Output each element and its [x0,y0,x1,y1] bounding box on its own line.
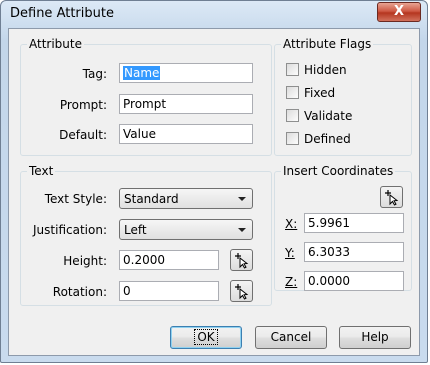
define-attribute-dialog: Define Attribute X Attribute Tag: Name P… [0,0,428,363]
pick-point-icon [385,190,399,206]
close-button[interactable]: X [377,2,421,22]
insert-coordinates-group: Insert Coordinates X: 5.9961 Y: 6.3033 Z… [274,164,412,291]
chevron-down-icon [238,197,246,201]
close-icon: X [393,4,405,19]
ok-button-label: OK [194,329,218,345]
attribute-flags-title: Attribute Flags [281,37,374,51]
justification-select[interactable]: Left [119,219,253,240]
chevron-down-icon [238,228,246,232]
height-label: Height: [63,254,107,268]
validate-label: Validate [304,109,353,123]
cancel-button[interactable]: Cancel [255,326,327,349]
insert-coordinates-title: Insert Coordinates [281,164,396,178]
text-group-title: Text [27,164,56,178]
text-style-select[interactable]: Standard [119,188,253,209]
x-coordinate-input[interactable]: 5.9961 [304,213,404,233]
text-style-value: Standard [124,192,179,206]
prompt-label: Prompt: [59,98,107,112]
text-style-label: Text Style: [44,192,107,206]
z-coordinate-input[interactable]: 0.0000 [304,271,404,291]
prompt-input[interactable]: Prompt [119,94,253,114]
pick-insert-point-button[interactable] [380,186,403,208]
defined-checkbox[interactable] [286,132,299,145]
fixed-checkbox[interactable] [286,86,299,99]
pick-height-button[interactable] [230,249,253,271]
attribute-group-title: Attribute [27,37,84,51]
tag-label: Tag: [82,67,107,81]
y-label: Y: [285,246,295,260]
attribute-flags-group: Attribute Flags Hidden Fixed Validate De… [274,37,412,156]
rotation-input[interactable]: 0 [119,281,219,301]
window-title: Define Attribute [10,6,114,21]
hidden-checkbox[interactable] [286,63,299,76]
ok-button[interactable]: OK [170,326,242,349]
y-coordinate-input[interactable]: 6.3033 [304,242,404,262]
help-button[interactable]: Help [339,326,411,349]
attribute-group: Attribute Tag: Name Prompt: Prompt Defau… [20,37,272,156]
default-label: Default: [59,128,107,142]
title-bar: Define Attribute X [1,1,427,29]
x-label: X: [285,217,298,231]
fixed-label: Fixed [304,86,336,100]
pick-rotation-button[interactable] [230,280,253,302]
default-input[interactable]: Value [119,124,253,144]
dialog-body: Attribute Tag: Name Prompt: Prompt Defau… [8,28,420,356]
pick-point-icon [235,253,249,269]
justification-value: Left [124,223,147,237]
hidden-label: Hidden [304,63,347,77]
tag-input[interactable]: Name [119,63,253,83]
validate-checkbox[interactable] [286,109,299,122]
rotation-label: Rotation: [52,285,107,299]
text-group: Text Text Style: Standard Justification:… [20,164,272,306]
pick-point-icon [235,284,249,300]
defined-label: Defined [304,132,351,146]
justification-label: Justification: [33,223,107,237]
height-input[interactable]: 0.2000 [119,250,219,270]
z-label: Z: [285,275,298,289]
